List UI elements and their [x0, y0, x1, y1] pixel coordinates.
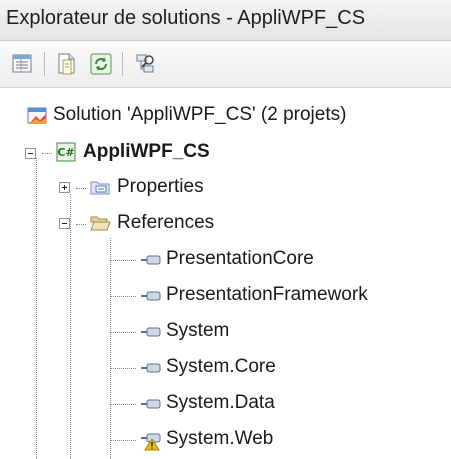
tree-line	[76, 224, 86, 225]
panel-title: Explorateur de solutions - AppliWPF_CS	[6, 7, 366, 29]
reference-label: System.Data	[166, 392, 275, 413]
solution-icon	[26, 105, 48, 127]
expand-properties-toggle[interactable]	[59, 182, 70, 193]
open-folder-icon	[89, 212, 111, 234]
reference-label: System.Web	[166, 428, 274, 449]
references-label: References	[117, 212, 215, 233]
svg-text:C#: C#	[57, 146, 74, 159]
reference-icon	[140, 357, 162, 379]
tree-line	[110, 260, 136, 261]
reference-icon	[140, 249, 162, 271]
panel-title-bar: Explorateur de solutions - AppliWPF_CS	[0, 0, 451, 41]
show-all-files-icon[interactable]	[54, 51, 80, 77]
tree-line	[110, 404, 136, 405]
tree-line	[110, 440, 136, 441]
tree-line	[110, 238, 111, 459]
reference-icon	[140, 285, 162, 307]
reference-warning-icon	[140, 429, 162, 451]
solution-explorer-tree: Solution 'AppliWPF_CS' (2 projets) C# Ap…	[0, 88, 451, 459]
collapse-references-toggle[interactable]	[59, 218, 70, 229]
reference-label: PresentationFramework	[166, 284, 368, 305]
tree-line	[42, 153, 52, 154]
properties-folder-icon	[89, 176, 111, 198]
properties-icon[interactable]	[10, 51, 36, 77]
reference-icon	[140, 393, 162, 415]
reference-label: PresentationCore	[166, 248, 314, 269]
project-label: AppliWPF_CS	[83, 141, 210, 162]
toolbar-separator	[44, 52, 45, 76]
reference-label: System.Core	[166, 356, 276, 377]
view-class-diagram-icon[interactable]	[132, 51, 158, 77]
reference-label: System	[166, 320, 230, 341]
refresh-icon[interactable]	[88, 51, 114, 77]
collapse-project-toggle[interactable]	[25, 148, 36, 159]
tree-line	[76, 188, 86, 189]
toolbar-separator	[122, 52, 123, 76]
properties-label: Properties	[117, 176, 204, 197]
csharp-project-icon: C#	[55, 141, 77, 163]
tree-line	[110, 296, 136, 297]
toolbar	[0, 41, 451, 88]
solution-label: Solution 'AppliWPF_CS' (2 projets)	[53, 104, 347, 125]
tree-line	[70, 194, 71, 459]
tree-line	[110, 332, 136, 333]
tree-line	[110, 368, 136, 369]
reference-icon	[140, 321, 162, 343]
tree-line	[36, 158, 37, 459]
